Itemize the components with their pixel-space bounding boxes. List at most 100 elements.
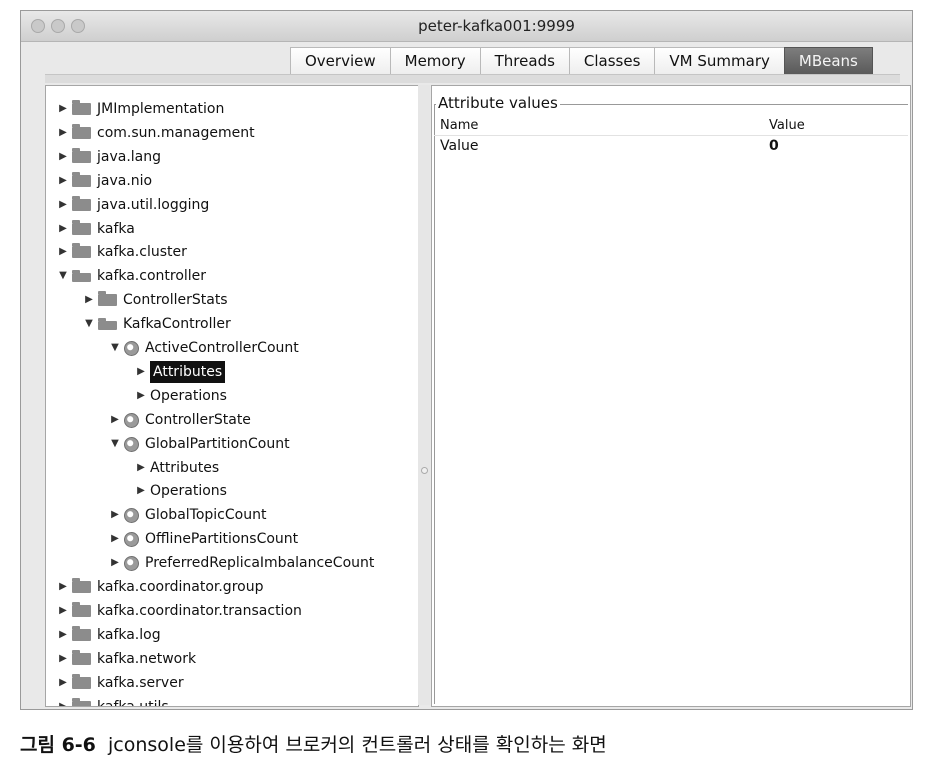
tree-node[interactable]: ▶ com.sun.management xyxy=(54,122,255,144)
expand-right-icon[interactable]: ▶ xyxy=(106,528,124,550)
tree-node[interactable]: ▶ Attributes xyxy=(132,457,219,479)
expand-right-icon[interactable]: ▶ xyxy=(132,385,150,407)
folder-icon xyxy=(98,291,117,307)
split-pane-divider[interactable] xyxy=(418,85,430,705)
tree-node[interactable]: ▶ GlobalTopicCount xyxy=(106,504,266,526)
figure-caption-text: jconsole를 이용하여 브로커의 컨트롤러 상태를 확인하는 화면 xyxy=(108,734,607,756)
expand-right-icon[interactable]: ▶ xyxy=(54,218,72,240)
expand-right-icon[interactable]: ▶ xyxy=(132,480,150,502)
tree-node[interactable]: ▶ java.nio xyxy=(54,170,152,192)
folder-icon xyxy=(72,601,91,617)
tree-node-label: kafka.coordinator.group xyxy=(97,579,264,595)
column-header-name[interactable]: Name xyxy=(440,118,478,133)
expand-right-icon[interactable]: ▶ xyxy=(54,146,72,168)
mbean-tree[interactable]: ▶ JMImplementation ▶ com.sun.management ▶ jav… xyxy=(45,85,419,707)
folder-icon xyxy=(72,578,91,593)
tree-node[interactable]: ▶ kafka.utils xyxy=(54,696,169,707)
figure-caption: 그림 6-6 jconsole를 이용하여 브로커의 컨트롤러 상태를 확인하는… xyxy=(20,730,607,757)
expand-right-icon[interactable]: ▶ xyxy=(54,170,72,192)
tree-node[interactable]: ▶ JMImplementation xyxy=(54,98,224,120)
tree-node[interactable]: ▶ OfflinePartitionsCount xyxy=(106,528,298,550)
bean-icon xyxy=(124,412,139,428)
folder-icon xyxy=(72,123,91,139)
tree-node-label: Attributes xyxy=(150,360,226,383)
bean-icon xyxy=(124,341,139,356)
expand-right-icon[interactable]: ▶ xyxy=(54,98,72,120)
expand-right-icon[interactable]: ▶ xyxy=(54,648,72,670)
tree-node-label: GlobalTopicCount xyxy=(145,507,267,524)
tree-node[interactable]: ▶ Attributes xyxy=(132,360,226,383)
tree-node[interactable]: ▶ kafka.cluster xyxy=(54,241,187,263)
tree-node-label: KafkaController xyxy=(123,316,231,333)
folder-icon xyxy=(72,697,91,706)
expand-right-icon[interactable]: ▶ xyxy=(54,696,72,707)
expand-right-icon[interactable]: ▶ xyxy=(54,241,72,263)
expand-right-icon[interactable]: ▶ xyxy=(54,576,72,598)
expand-right-icon[interactable]: ▶ xyxy=(54,672,72,694)
group-border-left xyxy=(434,104,435,704)
expand-right-icon[interactable]: ▶ xyxy=(54,624,72,646)
tree-node[interactable]: ▶ kafka.log xyxy=(54,624,161,646)
tree-node-label: kafka.utils xyxy=(97,698,169,707)
figure-number: 그림 6-6 xyxy=(20,734,96,756)
column-header-value[interactable]: Value xyxy=(769,118,805,133)
folder-icon xyxy=(72,147,91,163)
tree-node-label: JMImplementation xyxy=(97,101,225,117)
tab-mbeans[interactable]: MBeans xyxy=(783,47,873,75)
tree-node-label: kafka.controller xyxy=(97,268,207,285)
tree-node[interactable]: ▶ ControllerState xyxy=(106,409,251,431)
tree-node[interactable]: ▶ kafka.server xyxy=(54,672,184,694)
tree-node[interactable]: ▶ Operations xyxy=(132,385,227,407)
tree-node[interactable]: ▼ kafka.controller xyxy=(54,265,206,287)
tree-node[interactable]: ▶ Operations xyxy=(132,480,227,502)
tree-node-label: ControllerState xyxy=(145,411,251,428)
expand-right-icon[interactable]: ▶ xyxy=(132,361,150,383)
attribute-name-cell[interactable]: Value xyxy=(440,138,478,154)
expand-right-icon[interactable]: ▶ xyxy=(54,122,72,144)
expand-right-icon[interactable]: ▶ xyxy=(54,194,72,216)
folder-icon xyxy=(72,243,91,259)
tree-node-label: Operations xyxy=(150,387,227,404)
tree-node-label: ActiveControllerCount xyxy=(145,340,299,356)
tab-overview[interactable]: Overview xyxy=(290,47,391,75)
expand-right-icon[interactable]: ▶ xyxy=(80,289,98,311)
folder-icon xyxy=(72,100,91,115)
tab-vm-summary[interactable]: VM Summary xyxy=(654,47,785,75)
tree-node[interactable]: ▶ java.util.logging xyxy=(54,194,209,216)
tree-node-label: Operations xyxy=(150,483,227,500)
tree-node[interactable]: ▶ kafka.coordinator.transaction xyxy=(54,600,302,622)
expand-right-icon[interactable]: ▶ xyxy=(106,409,124,431)
folder-icon xyxy=(72,171,91,187)
window-title: peter-kafka001:9999 xyxy=(418,17,575,35)
expand-right-icon[interactable]: ▶ xyxy=(132,457,150,479)
tree-node[interactable]: ▶ kafka.network xyxy=(54,648,196,670)
expand-down-icon[interactable]: ▼ xyxy=(106,337,124,359)
tab-content-border xyxy=(45,74,900,83)
expand-down-icon[interactable]: ▼ xyxy=(80,313,98,335)
folder-icon xyxy=(72,625,91,641)
expand-right-icon[interactable]: ▶ xyxy=(106,504,124,526)
tree-node[interactable]: ▶ java.lang xyxy=(54,146,161,168)
tab-memory[interactable]: Memory xyxy=(389,47,481,75)
tree-node[interactable]: ▶ kafka xyxy=(54,218,135,240)
tree-node[interactable]: ▼ ActiveControllerCount xyxy=(106,337,299,359)
divider-grip-icon[interactable] xyxy=(421,467,428,474)
attribute-value-cell[interactable]: 0 xyxy=(769,138,779,154)
expand-down-icon[interactable]: ▼ xyxy=(54,265,72,287)
tree-node[interactable]: ▶ kafka.coordinator.group xyxy=(54,576,263,598)
bean-icon xyxy=(124,532,139,548)
tree-node-label: java.nio xyxy=(97,172,153,189)
expand-down-icon[interactable]: ▼ xyxy=(106,433,124,455)
tree-node[interactable]: ▶ ControllerStats xyxy=(80,289,228,311)
expand-right-icon[interactable]: ▶ xyxy=(106,552,124,574)
tree-node[interactable]: ▶ PreferredReplicaImbalanceCount xyxy=(106,552,374,574)
tab-classes[interactable]: Classes xyxy=(568,47,656,75)
bean-icon xyxy=(124,556,139,572)
tree-node[interactable]: ▼ KafkaController xyxy=(80,313,231,335)
tree-node[interactable]: ▼ GlobalPartitionCount xyxy=(106,433,290,455)
expand-right-icon[interactable]: ▶ xyxy=(54,600,72,622)
tree-node-label: kafka.cluster xyxy=(97,244,187,261)
tab-threads[interactable]: Threads xyxy=(479,47,570,75)
folder-icon xyxy=(72,673,91,689)
folder-icon xyxy=(72,270,91,283)
